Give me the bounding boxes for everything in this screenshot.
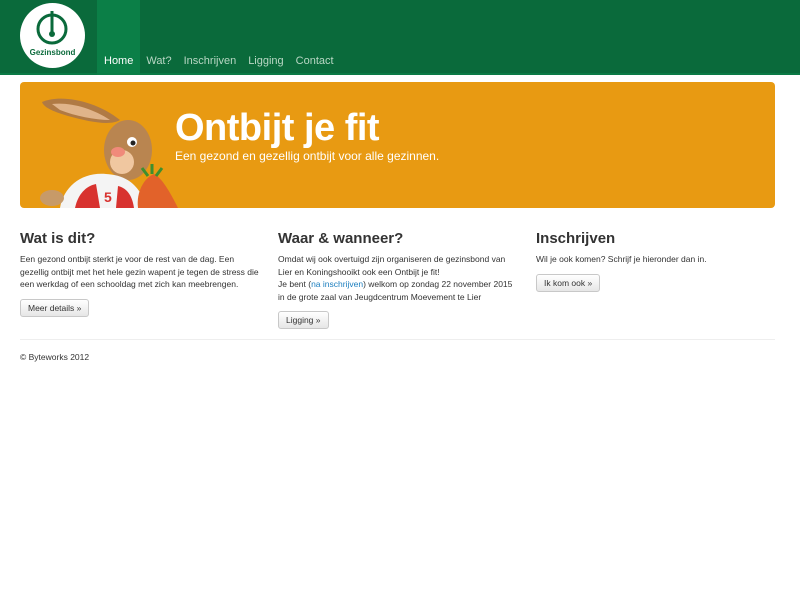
column-what: Wat is dit? Een gezond ontbijt sterkt je… [20,230,260,317]
rabbit-mascot-image: 5 [40,98,178,208]
what-heading: Wat is dit? [20,230,96,247]
hero-banner: 5 Ontbijt je fit Een gezond en gezellig … [20,82,775,208]
signup-link[interactable]: na inschrijven [311,279,363,289]
nav-item-ligging[interactable]: Ligging [242,0,289,75]
main-nav: Home Wat? Inschrijven Ligging Contact [97,0,340,75]
location-button[interactable]: Ligging » [278,311,329,329]
logo-text: Gezinsbond [29,48,76,57]
hero-subtitle: Een gezond en gezellig ontbijt voor alle… [175,149,440,163]
column-where: Waar & wanneer? Omdat wij ook overtuigd … [278,230,518,329]
more-details-button[interactable]: Meer details » [20,298,90,317]
where-text-2-pre: Je bent ( [278,279,312,289]
signup-button[interactable]: Ik kom ook » [536,273,601,292]
where-heading: Waar & wanneer? [278,230,404,247]
where-text-2: Je bent (na inschrijven) welkom op zonda… [278,278,518,303]
footer-text: © Byteworks 2012 [20,352,90,362]
gezinsbond-logo[interactable]: Gezinsbond [20,3,85,68]
navbar: Gezinsbond Home Wat? Inschrijven Ligging… [0,0,800,75]
nav-item-wat[interactable]: Wat? [140,0,177,75]
what-text: Een gezond ontbijt sterkt je voor de res… [20,254,259,289]
hero-title: Ontbijt je fit [175,107,380,149]
nav-item-inschrijven[interactable]: Inschrijven [178,0,243,75]
footer-divider [20,339,775,340]
logo-mark-icon [36,11,68,45]
column-signup: Inschrijven Wil je ook komen? Schrijf je… [536,230,776,292]
signup-heading: Inschrijven [536,230,616,247]
where-text-1: Omdat wij ook overtuigd zijn organiseren… [278,254,506,277]
signup-text: Wil je ook komen? Schrijf je hieronder d… [536,254,707,264]
nav-item-home[interactable]: Home [97,0,141,75]
svg-text:5: 5 [104,189,112,205]
nav-item-contact[interactable]: Contact [290,0,340,75]
